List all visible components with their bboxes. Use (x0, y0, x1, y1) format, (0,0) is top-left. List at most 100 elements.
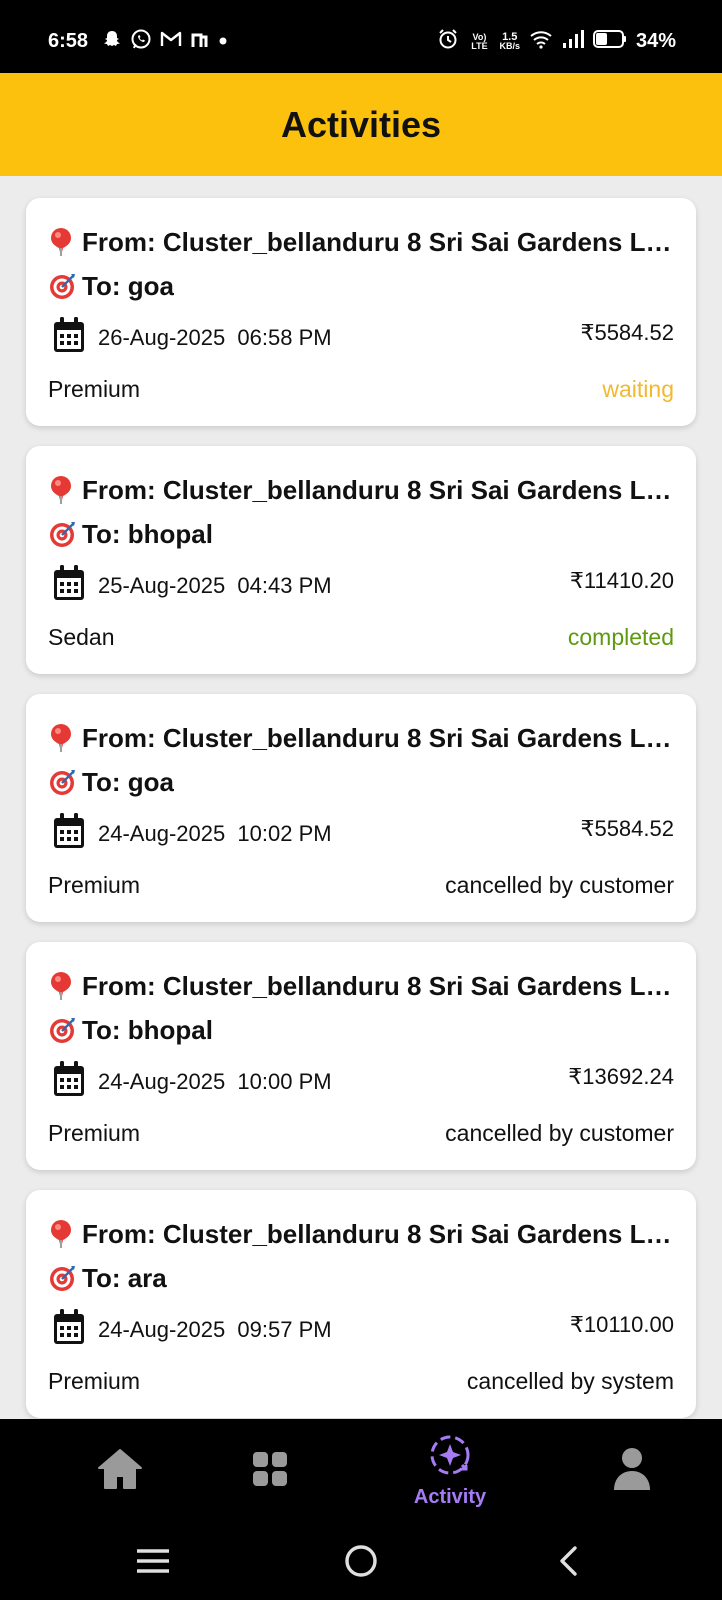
bottom-nav: Activity (0, 1419, 722, 1523)
location-pin-icon (48, 970, 82, 1002)
activity-card[interactable]: From: Cluster_bellanduru 8 Sri Sai Garde… (26, 446, 696, 674)
status-time: 6:58 (48, 30, 89, 52)
from-row: From: Cluster_bellanduru 8 Sri Sai Garde… (48, 970, 674, 1002)
target-icon (48, 1262, 82, 1294)
fare-amount: ₹10110.00 (569, 1312, 674, 1337)
status-bar: 6:58 Vo) LTE 1.5 KB/s 34% (0, 0, 722, 73)
calendar-icon (52, 564, 86, 607)
activity-icon (428, 1433, 472, 1482)
from-row: From: Cluster_bellanduru 8 Sri Sai Garde… (48, 722, 674, 754)
activity-list[interactable]: From: Cluster_bellanduru 8 Sri Sai Garde… (0, 176, 722, 1419)
network-speed: 1.5 KB/s (499, 30, 520, 51)
from-row: From: Cluster_bellanduru 8 Sri Sai Garde… (48, 474, 674, 506)
whatsapp-icon (130, 28, 152, 55)
activity-card[interactable]: From: Cluster_bellanduru 8 Sri Sai Garde… (26, 198, 696, 426)
back-button[interactable] (547, 1541, 591, 1585)
snapchat-icon (102, 29, 122, 54)
vehicle-type: Sedan (48, 624, 115, 650)
vehicle-type: Premium (48, 872, 141, 898)
nav-profile[interactable] (572, 1419, 692, 1523)
location-pin-icon (48, 722, 82, 754)
home-button[interactable] (339, 1541, 383, 1585)
target-icon (48, 518, 82, 550)
profile-icon (612, 1446, 652, 1497)
app-notification-icon (190, 29, 210, 54)
date-row: 24-Aug-2025 10:00 PM (52, 1060, 332, 1103)
to-row: To: goa (48, 270, 674, 302)
to-location: To: goa (82, 766, 174, 797)
from-location: From: Cluster_bellanduru 8 Sri Sai Garde… (82, 1218, 674, 1249)
status-badge: cancelled by customer (445, 1120, 674, 1146)
to-location: To: ara (82, 1262, 167, 1293)
to-row: To: bhopal (48, 518, 674, 550)
ride-datetime: 24-Aug-2025 10:02 PM (98, 820, 332, 846)
system-status-icons: Vo) LTE 1.5 KB/s 34% (437, 28, 676, 55)
signal-icon (562, 29, 584, 54)
wifi-icon (529, 29, 553, 54)
date-row: 25-Aug-2025 04:43 PM (52, 564, 332, 607)
nav-activity-label: Activity (413, 1486, 487, 1508)
home-icon (97, 1447, 143, 1496)
location-pin-icon (48, 1218, 82, 1250)
fare-amount: ₹13692.24 (568, 1064, 674, 1089)
status-badge: cancelled by customer (445, 872, 674, 898)
location-pin-icon (48, 474, 82, 506)
network-type-label: Vo) LTE (471, 31, 488, 51)
activity-card[interactable]: From: Cluster_bellanduru 8 Sri Sai Garde… (26, 1190, 696, 1418)
calendar-icon (52, 1060, 86, 1103)
location-pin-icon (48, 226, 82, 258)
from-row: From: Cluster_bellanduru 8 Sri Sai Garde… (48, 1218, 674, 1250)
alarm-icon (437, 28, 459, 55)
nav-services[interactable] (210, 1419, 330, 1523)
grid-icon (252, 1451, 288, 1492)
calendar-icon (52, 812, 86, 855)
ride-datetime: 25-Aug-2025 04:43 PM (98, 572, 332, 598)
fare-amount: ₹11410.20 (569, 568, 674, 593)
notification-icons (102, 28, 228, 55)
to-row: To: bhopal (48, 1014, 674, 1046)
target-icon (48, 270, 82, 302)
to-row: To: ara (48, 1262, 674, 1294)
target-icon (48, 1014, 82, 1046)
fare-amount: ₹5584.52 (580, 320, 674, 345)
date-row: 26-Aug-2025 06:58 PM (52, 316, 332, 359)
vehicle-type: Premium (48, 1120, 141, 1146)
from-location: From: Cluster_bellanduru 8 Sri Sai Garde… (82, 970, 674, 1001)
gmail-icon (160, 30, 182, 53)
target-icon (48, 766, 82, 798)
circle-home-icon (344, 1544, 378, 1583)
vehicle-type: Premium (48, 1368, 141, 1394)
from-location: From: Cluster_bellanduru 8 Sri Sai Garde… (82, 722, 674, 753)
to-location: To: bhopal (82, 1014, 213, 1045)
status-badge: cancelled by system (466, 1368, 674, 1394)
back-chevron-icon (557, 1545, 581, 1582)
ride-datetime: 24-Aug-2025 09:57 PM (98, 1316, 332, 1342)
calendar-icon (52, 1308, 86, 1351)
recent-apps-button[interactable] (131, 1541, 175, 1585)
nav-activity[interactable]: Activity (390, 1419, 510, 1523)
from-row: From: Cluster_bellanduru 8 Sri Sai Garde… (48, 226, 674, 258)
ride-datetime: 26-Aug-2025 06:58 PM (98, 324, 332, 350)
ride-datetime: 24-Aug-2025 10:00 PM (98, 1068, 332, 1094)
vehicle-type: Premium (48, 376, 141, 402)
from-location: From: Cluster_bellanduru 8 Sri Sai Garde… (82, 226, 674, 257)
activity-card[interactable]: From: Cluster_bellanduru 8 Sri Sai Garde… (26, 942, 696, 1170)
menu-icon (136, 1548, 170, 1579)
dot-icon (218, 33, 228, 51)
fare-amount: ₹5584.52 (580, 816, 674, 841)
page-title: Activities (280, 103, 442, 145)
calendar-icon (52, 316, 86, 359)
app-header: Activities (0, 73, 722, 176)
to-location: To: bhopal (82, 518, 213, 549)
battery-percent: 34% (635, 30, 676, 52)
date-row: 24-Aug-2025 10:02 PM (52, 812, 332, 855)
nav-home[interactable] (60, 1419, 180, 1523)
status-badge: completed (567, 624, 674, 650)
to-location: To: goa (82, 270, 174, 301)
status-badge: waiting (602, 376, 674, 402)
date-row: 24-Aug-2025 09:57 PM (52, 1308, 332, 1351)
from-location: From: Cluster_bellanduru 8 Sri Sai Garde… (82, 474, 674, 505)
battery-icon (592, 30, 627, 53)
activity-card[interactable]: From: Cluster_bellanduru 8 Sri Sai Garde… (26, 694, 696, 922)
to-row: To: goa (48, 766, 674, 798)
